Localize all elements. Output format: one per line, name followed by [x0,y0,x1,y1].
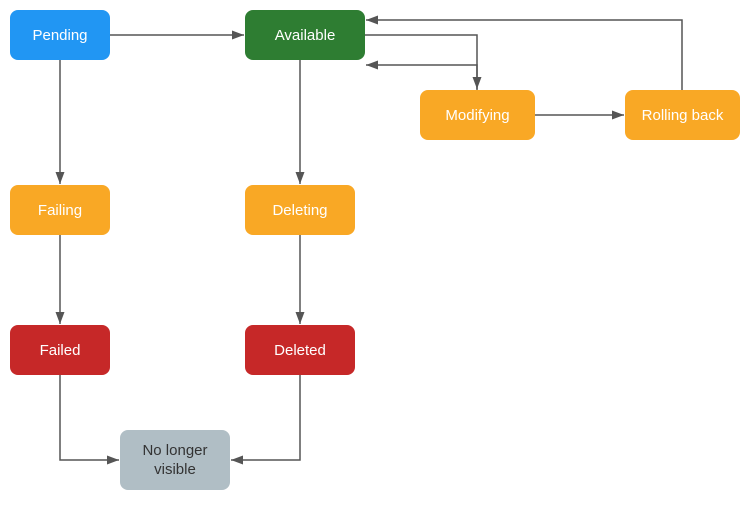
node-available: Available [245,10,365,60]
edge-deleted-nolongervisible [231,375,300,460]
edge-rollingback-available [366,20,682,90]
node-deleting: Deleting [245,185,355,235]
edge-available-modifying [365,35,477,89]
node-rolling-back: Rolling back [625,90,740,140]
edge-modifying-available [366,65,477,90]
node-modifying: Modifying [420,90,535,140]
node-pending: Pending [10,10,110,60]
edge-failed-nolongervisible [60,375,119,460]
node-no-longer-visible: No longer visible [120,430,230,490]
node-deleted: Deleted [245,325,355,375]
node-failing: Failing [10,185,110,235]
node-failed: Failed [10,325,110,375]
